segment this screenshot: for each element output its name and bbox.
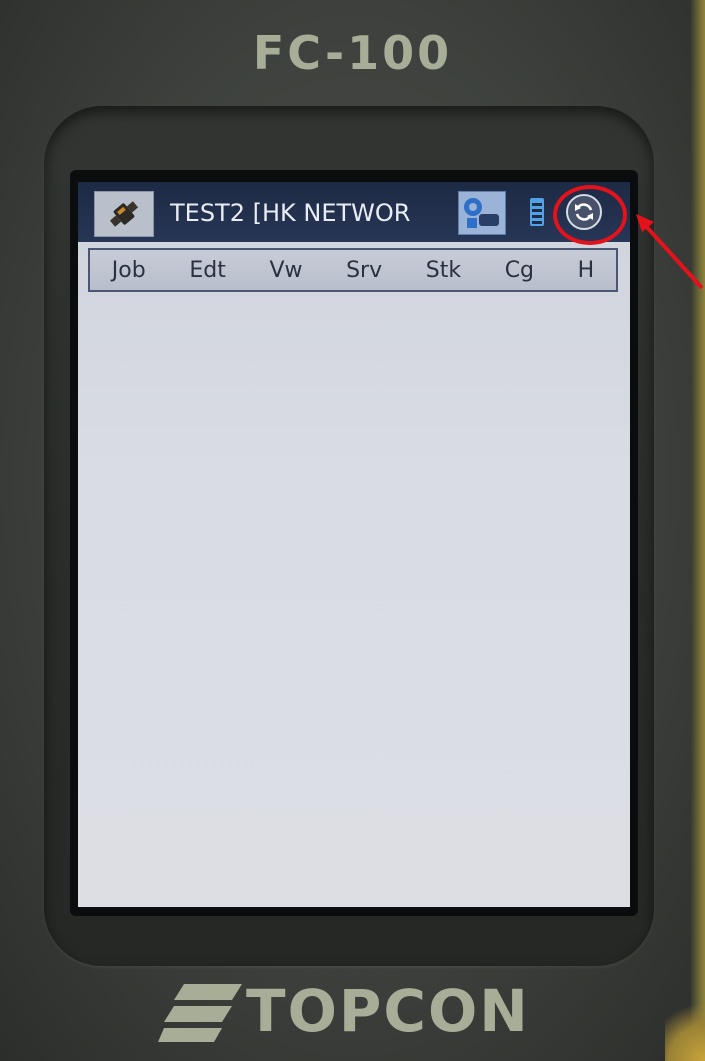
annotation-arrow <box>636 214 704 290</box>
job-title: TEST2 [HK NETWOR <box>170 199 411 227</box>
topcon-logo-icon <box>158 984 242 1042</box>
menu-help[interactable]: H <box>574 258 599 283</box>
menu-view[interactable]: Vw <box>265 258 306 283</box>
brand-logo: TOPCON <box>158 976 548 1046</box>
satellite-icon[interactable] <box>94 191 154 237</box>
menu-survey[interactable]: Srv <box>342 258 386 283</box>
device-edge <box>691 0 705 1061</box>
device-model-label: FC-100 <box>252 26 453 80</box>
main-content-area <box>78 296 630 907</box>
device-screen: TEST2 [HK NETWOR Job Edt Vw Srv Stk Cg H <box>78 182 630 907</box>
annotation-highlight-circle <box>553 185 627 245</box>
menu-edit[interactable]: Edt <box>185 258 230 283</box>
device-edge-accent <box>665 1001 705 1061</box>
battery-icon <box>530 198 544 226</box>
menu-stakeout[interactable]: Stk <box>422 258 465 283</box>
menu-cogo[interactable]: Cg <box>501 258 538 283</box>
handheld-device: FC-100 TEST2 [HK NETWOR Job Edt Vw Srv S… <box>0 0 705 1061</box>
menu-job[interactable]: Job <box>108 258 150 283</box>
brand-name: TOPCON <box>246 977 530 1045</box>
title-bar: TEST2 [HK NETWOR <box>78 182 630 242</box>
menu-bar: Job Edt Vw Srv Stk Cg H <box>88 248 618 292</box>
network-status-icon[interactable] <box>458 191 506 235</box>
